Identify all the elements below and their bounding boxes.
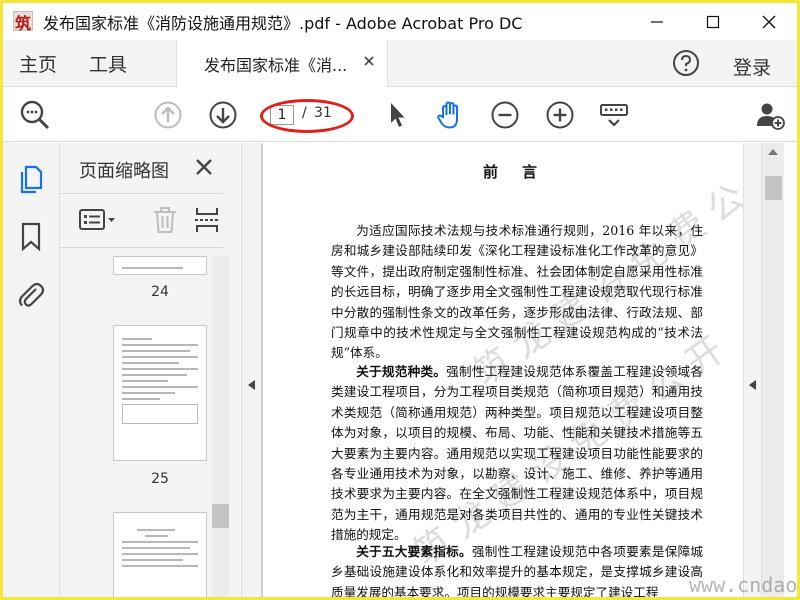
collapse-panel-button[interactable] [241,143,261,597]
thumbnail-page[interactable] [113,256,207,275]
page-thumbnails-panel: 页面缩略图 24 25 [60,143,240,597]
pointer-arrow-icon [391,103,405,127]
maximize-icon [706,15,720,28]
page-display-button[interactable] [597,98,631,132]
attachments-button[interactable] [15,279,47,311]
thumbnail-page-number: 24 [151,284,169,300]
tab-tools[interactable]: 工具 [89,50,127,77]
chevron-left-icon [749,380,756,390]
page-thumbnails-icon [20,165,43,194]
acrobat-document-icon: 筑 [11,9,37,35]
options-menu-icon [79,209,115,230]
tab-home[interactable]: 主页 [19,50,57,77]
bookmarks-button[interactable] [15,221,47,253]
hand-tool-button[interactable] [433,98,467,132]
help-icon [673,50,699,76]
document-paragraph: 为适应国际技术法规与技术标准通行规则，2016 年以来，住房和城乡建设部陆续印发… [331,221,703,364]
site-watermark: www.cndao.com [689,573,798,597]
thumbnail-scrollbar[interactable] [212,256,229,597]
window-edge [784,143,797,597]
annotation-ellipse [260,99,354,133]
keyboard-icon [600,104,628,127]
delete-page-button[interactable] [152,205,178,235]
panel-divider [60,247,223,248]
document-tab-label: 发布国家标准《消... [204,56,348,75]
tab-document[interactable]: 发布国家标准《消... [176,40,388,87]
paragraph-lead: 关于规范种类。 [356,364,447,379]
close-panel-button[interactable] [194,157,214,177]
help-button[interactable] [671,48,701,78]
login-button[interactable]: 登录 [733,53,771,80]
paragraph-text: 强制性工程建设规范体系覆盖工程建设领域各类建设工程项目，分为工程项目类规范（简称… [331,364,704,543]
document-paragraph: 关于规范种类。强制性工程建设规范体系覆盖工程建设领域各类建设工程项目，分为工程项… [331,362,703,546]
insert-page-button[interactable] [194,205,220,235]
panel-divider [60,193,223,194]
thumbnail-options-button[interactable] [78,205,118,235]
left-rail [3,143,60,597]
document-paragraph: 关于五大要素指标。强制性工程建设规范中各项要素是保障城乡基础设施建设体系化和效率… [331,542,703,597]
window-controls [629,3,797,40]
arrow-down-circle-icon [209,101,237,129]
scroll-up-arrow-icon[interactable] [768,149,778,155]
trash-icon [154,207,176,233]
insert-page-icon [195,208,219,232]
thumbnail-page-number: 25 [151,471,169,487]
window-title: 发布国家标准《消防设施通用规范》.pdf - Adobe Acrobat Pro… [43,13,523,33]
arrow-up-circle-icon [154,101,182,129]
close-icon [762,15,776,28]
close-tab-button[interactable] [361,53,377,69]
minus-circle-icon [491,101,519,129]
add-user-icon [757,103,785,130]
search-icon [20,100,50,130]
document-heading: 前言 [483,163,562,181]
plus-circle-icon [546,101,574,129]
paperclip-icon [18,282,45,307]
zoom-in-button[interactable] [543,98,577,132]
toolbar: 1 / 31 [3,88,797,142]
close-window-button[interactable] [741,3,797,40]
title-bar: 筑 发布国家标准《消防设施通用规范》.pdf - Adobe Acrobat P… [3,3,797,40]
scrollbar-thumb[interactable] [765,176,782,200]
page-thumbnails-button[interactable] [15,163,47,195]
zoom-out-button[interactable] [488,98,522,132]
document-view[interactable]: 前言 为适应国际技术法规与技术标准通行规则，2016 年以来，住房和城乡建设部陆… [263,143,743,597]
find-text-button[interactable] [18,98,52,132]
thumbnail-page[interactable] [113,325,207,461]
select-tool-button[interactable] [380,98,414,132]
document-scrollbar[interactable] [761,143,784,597]
minimize-icon [651,20,663,23]
panel-title: 页面缩略图 [79,161,169,182]
hand-icon [437,101,458,129]
close-icon [196,159,212,175]
close-icon [364,56,374,66]
tab-bar: 主页 工具 发布国家标准《消... 登录 [3,40,797,87]
thumbnail-page[interactable] [113,512,207,597]
collapse-right-button[interactable] [743,143,761,597]
scrollbar-thumb[interactable] [212,504,229,528]
previous-page-button[interactable] [151,98,185,132]
paragraph-lead: 关于五大要素指标。 [356,544,472,559]
next-page-button[interactable] [206,98,240,132]
share-user-button[interactable] [753,98,787,132]
minimize-button[interactable] [629,3,685,40]
app-window: 筑 发布国家标准《消防设施通用规范》.pdf - Adobe Acrobat P… [0,0,800,600]
bookmark-icon [21,222,41,252]
paragraph-text: 为适应国际技术法规与技术标准通行规则，2016 年以来，住房和城乡建设部陆续印发… [331,223,703,361]
chevron-left-icon [248,380,255,390]
maximize-button[interactable] [685,3,741,40]
